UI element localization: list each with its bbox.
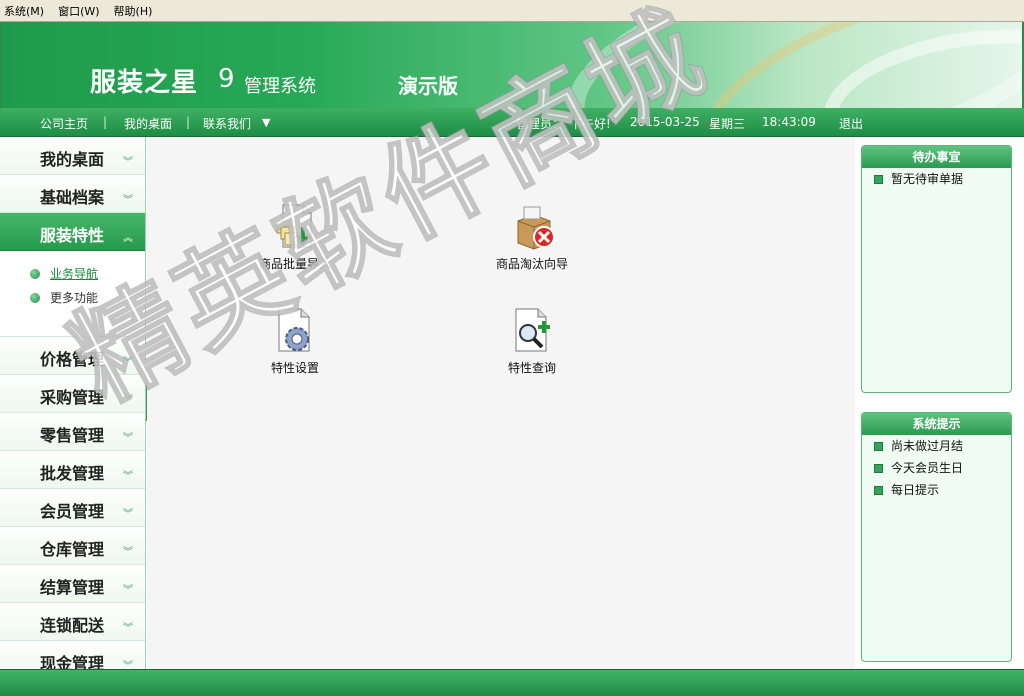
tip-item-label: 尚未做过月结 xyxy=(891,439,964,453)
sidebar-item-label: 结算管理 xyxy=(40,578,105,597)
sidebar-item-settlement[interactable]: 结算管理 ︾ xyxy=(0,565,145,603)
chevron-down-icon: ︾ xyxy=(123,623,133,634)
sidebar-item-member[interactable]: 会员管理 ︾ xyxy=(0,489,145,527)
greeting-text: 下午好! xyxy=(570,117,611,131)
sidebar-item-warehouse[interactable]: 仓库管理 ︾ xyxy=(0,527,145,565)
nav-company-home[interactable]: 公司主页 xyxy=(40,115,88,132)
bullet-icon xyxy=(874,486,883,495)
todo-panel: 待办事宜 暂无待审单据 xyxy=(861,145,1012,393)
chevron-down-icon: ︾ xyxy=(123,433,133,444)
chevron-down-icon: ︾ xyxy=(123,395,133,406)
batch-import-icon xyxy=(273,203,317,251)
tip-item-label: 今天会员生日 xyxy=(891,461,964,475)
sub-item-label: 更多功能 xyxy=(50,291,99,305)
sidebar-item-basic-records[interactable]: 基础档案 ︾ xyxy=(0,175,145,213)
gear-doc-icon xyxy=(273,307,317,355)
panel-title: 待办事宜 xyxy=(862,146,1011,168)
chevron-down-icon: ︾ xyxy=(123,357,133,368)
bullet-icon xyxy=(874,442,883,451)
bullet-icon xyxy=(874,175,883,184)
sub-item-label: 业务导航 xyxy=(50,267,99,281)
admin-label: 管理员： xyxy=(516,117,565,131)
sub-item-business-nav[interactable]: 业务导航 xyxy=(0,265,145,289)
sidebar-item-label: 采购管理 xyxy=(40,388,105,407)
menu-help[interactable]: 帮助(H) xyxy=(114,3,153,19)
panel-title: 系统提示 xyxy=(862,413,1011,435)
status-bar xyxy=(0,669,1024,696)
chevron-down-icon: ︾ xyxy=(123,195,133,206)
menu-bar: 系统(M) 窗口(W) 帮助(H) xyxy=(0,0,1024,22)
sidebar-item-apparel-features[interactable]: 服装特性 ︽ xyxy=(0,213,145,251)
sidebar-item-chain-distribution[interactable]: 连锁配送 ︾ xyxy=(0,603,145,641)
sub-item-more-functions[interactable]: 更多功能 xyxy=(0,289,145,313)
current-date: 2015-03-25 xyxy=(630,115,700,129)
tile-label: 商品淘汰向导 xyxy=(495,257,568,271)
nav-separator: | xyxy=(103,115,108,129)
nav-dropdown-icon[interactable]: ▼ xyxy=(262,116,270,129)
tile-product-removal-wizard[interactable]: 商品淘汰向导 xyxy=(472,203,592,272)
tile-label: 商品批量导入 xyxy=(258,257,331,271)
brand-subtitle: 管理系统 xyxy=(244,76,316,97)
tile-feature-query[interactable]: 特性查询 xyxy=(472,307,592,376)
sidebar-sub-list: 业务导航 更多功能 xyxy=(0,251,145,337)
edition-label: 演示版 xyxy=(398,74,458,98)
chevron-down-icon: ︾ xyxy=(123,547,133,558)
sidebar-item-label: 价格管理 xyxy=(40,350,105,369)
sidebar-item-retail[interactable]: 零售管理 ︾ xyxy=(0,413,145,451)
sidebar-item-label: 批发管理 xyxy=(40,464,105,483)
app-window: 系统(M) 窗口(W) 帮助(H) 服装之星 9 管理系统 演示版 公司主页 |… xyxy=(0,0,1024,696)
menu-system[interactable]: 系统(M) xyxy=(4,3,44,19)
main-workspace: 商品批量导入 商品淘汰向导 特性设置 特性查询 xyxy=(147,137,855,669)
bullet-icon xyxy=(30,293,40,303)
sidebar-item-label: 连锁配送 xyxy=(40,616,105,635)
chevron-down-icon: ︾ xyxy=(123,157,133,168)
sidebar-item-label: 零售管理 xyxy=(40,426,105,445)
nav-separator: | xyxy=(186,115,191,129)
sidebar-item-label: 会员管理 xyxy=(40,502,105,521)
sidebar-item-wholesale[interactable]: 批发管理 ︾ xyxy=(0,451,145,489)
nav-my-desktop[interactable]: 我的桌面 xyxy=(124,115,172,132)
brand-name: 服装之星 xyxy=(90,68,199,98)
tile-batch-import[interactable]: 商品批量导入 xyxy=(235,203,355,272)
tile-feature-settings[interactable]: 特性设置 xyxy=(235,307,355,376)
nav-contact-us[interactable]: 联系我们 xyxy=(203,115,251,132)
chevron-down-icon: ︾ xyxy=(123,471,133,482)
magnifier-doc-icon xyxy=(510,307,554,355)
brand-version: 9 xyxy=(218,64,235,94)
system-tips-panel: 系统提示 尚未做过月结 今天会员生日 每日提示 xyxy=(861,412,1012,662)
logout-link[interactable]: 退出 xyxy=(839,115,863,132)
tip-item[interactable]: 尚未做过月结 xyxy=(862,435,1011,457)
chevron-up-icon: ︽ xyxy=(123,233,133,244)
sidebar-item-label: 仓库管理 xyxy=(40,540,105,559)
sidebar-item-purchase[interactable]: 采购管理 ︾ xyxy=(0,375,145,413)
sidebar-item-my-desktop[interactable]: 我的桌面 ︾ xyxy=(0,137,145,175)
sidebar: 我的桌面 ︾ 基础档案 ︾ 服装特性 ︽ 业务导航 更多功能 价格管理 ︾ 采购 xyxy=(0,137,146,679)
menu-window[interactable]: 窗口(W) xyxy=(58,3,99,19)
bullet-icon xyxy=(30,269,40,279)
box-remove-icon xyxy=(510,203,555,251)
tile-label: 特性设置 xyxy=(270,361,319,375)
todo-item[interactable]: 暂无待审单据 xyxy=(862,168,1011,190)
chevron-down-icon: ︾ xyxy=(123,585,133,596)
sidebar-item-label: 我的桌面 xyxy=(40,150,105,169)
tile-label: 特性查询 xyxy=(507,361,556,375)
sidebar-item-label: 服装特性 xyxy=(40,226,105,245)
tip-item[interactable]: 每日提示 xyxy=(862,479,1011,501)
sidebar-item-price[interactable]: 价格管理 ︾ xyxy=(0,337,145,375)
tip-item[interactable]: 今天会员生日 xyxy=(862,457,1011,479)
sidebar-item-label: 基础档案 xyxy=(40,188,105,207)
current-time: 18:43:09 xyxy=(762,115,816,129)
todo-item-label: 暂无待审单据 xyxy=(891,172,964,186)
tip-item-label: 每日提示 xyxy=(891,483,940,497)
bullet-icon xyxy=(874,464,883,473)
current-weekday: 星期三 xyxy=(709,117,746,131)
header-banner: 服装之星 9 管理系统 演示版 xyxy=(0,22,1024,108)
chevron-down-icon: ︾ xyxy=(123,509,133,520)
nav-bar: 公司主页 | 我的桌面 | 联系我们 ▼ 管理员： 下午好! 2015-03-2… xyxy=(0,108,1024,137)
